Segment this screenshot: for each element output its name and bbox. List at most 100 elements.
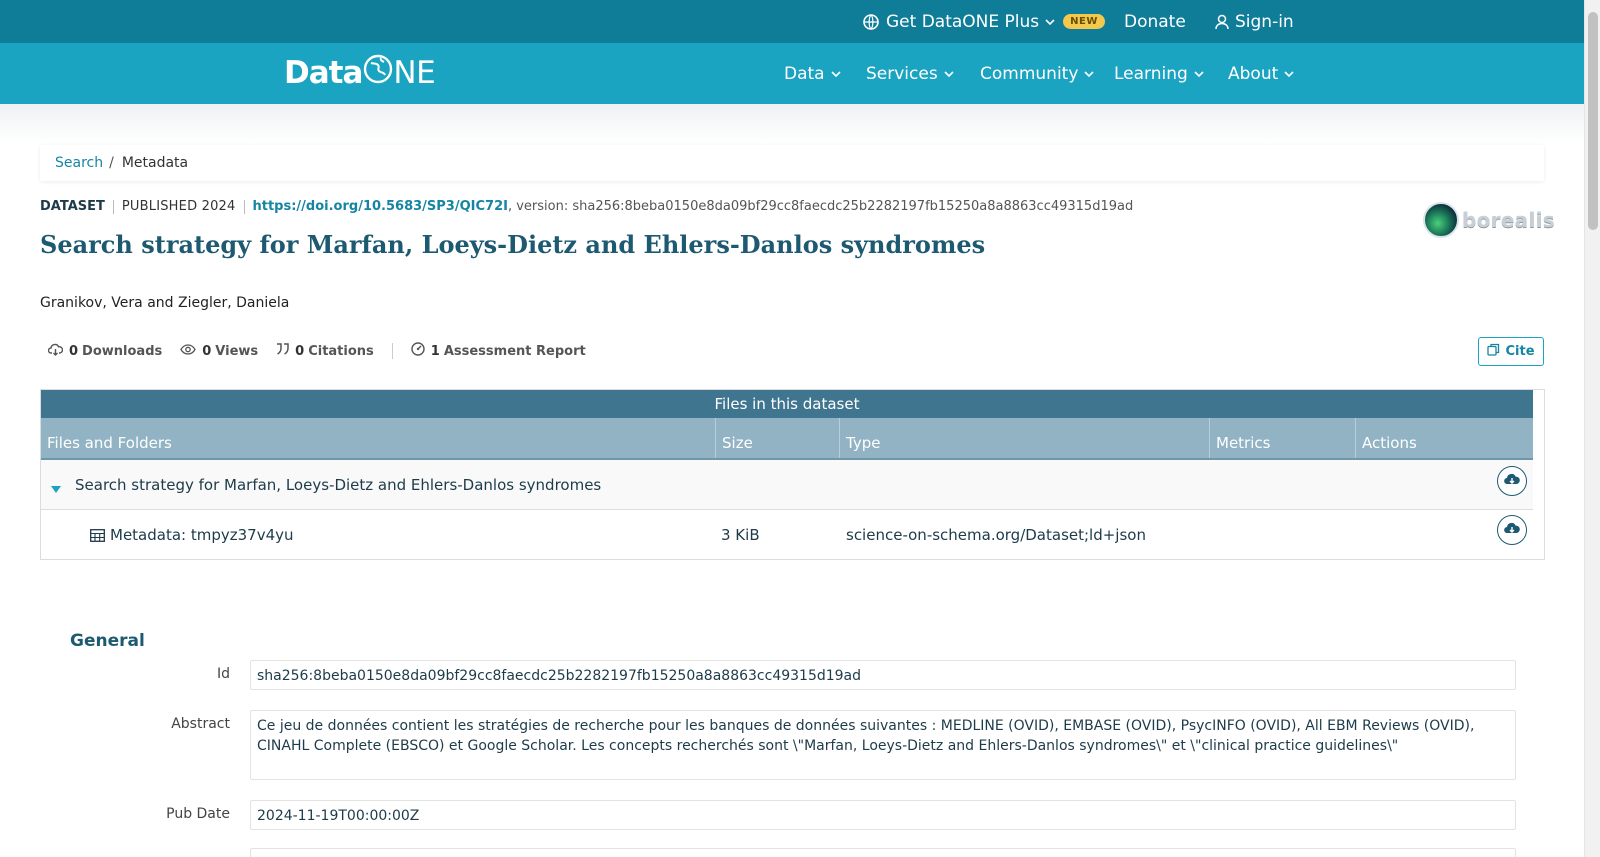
pub-date-label: Pub Date [166,806,230,822]
repository-logo[interactable]: borealis [1423,202,1555,238]
assessment-report-metric[interactable]: 1 Assessment Report [411,342,586,360]
doi-link[interactable]: https://doi.org/10.5683/SP3/QIC72I [253,199,508,214]
dataset-type-label: DATASET [40,199,105,214]
donate-link[interactable]: Donate [1124,0,1186,43]
file-size: 3 KiB [721,526,760,544]
eye-icon [180,343,202,359]
folder-name[interactable]: Search strategy for Marfan, Loeys-Dietz … [75,476,601,494]
citations-label: Citations [308,343,374,359]
id-value: sha256:8beba0150e8da09bf29cc8faecdc25b22… [250,660,1516,690]
caret-down-icon[interactable] [51,480,61,498]
id-label: Id [216,666,230,682]
nav-data-label: Data [784,63,825,84]
chevron-down-icon [1045,17,1055,27]
sign-in-label: Sign-in [1235,11,1294,32]
cite-label: Cite [1505,344,1535,359]
repository-name: borealis [1462,208,1555,232]
chevron-down-icon [944,64,954,84]
column-header-type[interactable]: Type [840,418,1210,458]
next-field-box [250,848,1516,857]
cite-button[interactable]: Cite [1478,337,1544,366]
folder-row[interactable]: Search strategy for Marfan, Loeys-Dietz … [41,460,1533,510]
page-scrollbar[interactable] [1584,0,1600,857]
get-dataone-plus-label: Get DataONE Plus [886,11,1040,32]
views-count: 0 [202,343,212,359]
column-header-metrics[interactable]: Metrics [1210,418,1356,458]
files-table-title-text: Files in this dataset [714,395,860,413]
header-shadow [0,104,1584,144]
cloud-download-icon [1504,472,1520,490]
chevron-down-icon [1084,64,1094,84]
breadcrumb: Search / Metadata [40,145,1544,181]
assessment-label: Assessment Report [443,343,586,359]
get-dataone-plus-menu[interactable]: Get DataONE Plus NEW [862,0,1105,43]
version-text: , version: sha256:8beba0150e8da09bf29cc8… [507,199,1134,214]
views-metric[interactable]: 0 Views [180,344,258,359]
cloud-download-icon [1504,521,1520,539]
files-table: Files in this dataset Files and Folders … [40,389,1545,560]
citations-metric[interactable]: 0 Citations [276,343,374,359]
divider [243,199,245,214]
breadcrumb-current: Metadata [121,155,189,171]
nav-community[interactable]: Community [980,43,1094,104]
chevron-down-icon [1284,64,1294,84]
dataone-logo[interactable]: Data NE [284,53,436,93]
nav-about[interactable]: About [1228,43,1294,104]
views-label: Views [215,343,259,359]
breadcrumb-search-link[interactable]: Search [55,155,103,171]
general-section-heading: General [70,631,145,651]
gauge-icon [411,342,431,360]
scrollbar-thumb[interactable] [1588,12,1598,230]
logo-text-ne: NE [393,55,436,91]
pub-date-value: 2024-11-19T00:00:00Z [250,800,1516,830]
chevron-down-icon [831,64,841,84]
file-type: science-on-schema.org/Dataset;ld+json [846,526,1146,544]
main-navbar: Data NE Data Services Community Learning… [0,43,1584,104]
nav-services-label: Services [866,63,938,84]
quote-icon [276,343,295,359]
nav-data[interactable]: Data [784,43,841,104]
abstract-value: Ce jeu de données contient les stratégie… [250,710,1516,780]
citations-count: 0 [295,343,305,359]
breadcrumb-separator: / [109,155,114,171]
published-label: PUBLISHED 2024 [121,199,236,214]
download-folder-button[interactable] [1497,466,1527,496]
nav-services[interactable]: Services [866,43,954,104]
table-icon [90,528,105,546]
globe-logo-icon [363,54,393,92]
column-header-files[interactable]: Files and Folders [41,418,716,458]
copy-icon [1487,343,1505,360]
nav-community-label: Community [980,63,1079,84]
user-icon [1215,14,1229,30]
chevron-down-icon [1194,64,1204,84]
divider [112,199,114,214]
assessment-count: 1 [430,343,440,359]
cloud-download-icon [47,343,69,360]
downloads-metric[interactable]: 0 Downloads [47,343,163,360]
dataset-metrics: 0 Downloads 0 Views 0 Citations 1 Assess… [47,342,604,360]
donate-label: Donate [1124,11,1186,32]
downloads-count: 0 [69,343,79,359]
download-file-button[interactable] [1497,515,1527,545]
dataset-authors: Granikov, Vera and Ziegler, Daniela [40,295,290,311]
nav-learning[interactable]: Learning [1114,43,1204,104]
divider [391,343,393,359]
aurora-icon [1423,202,1459,238]
column-header-actions[interactable]: Actions [1356,418,1533,458]
file-row[interactable]: Metadata: tmpyz37v4yu 3 KiB science-on-s… [41,510,1533,560]
files-table-title: Files in this dataset [41,390,1533,418]
top-utility-bar: Get DataONE Plus NEW Donate Sign-in [0,0,1584,43]
nav-learning-label: Learning [1114,63,1188,84]
downloads-label: Downloads [82,343,163,359]
files-table-header-row: Files and Folders Size Type Metrics Acti… [41,418,1533,460]
logo-text-data: Data [284,55,363,91]
column-header-size[interactable]: Size [716,418,840,458]
globe-icon [862,13,880,31]
dataset-title: Search strategy for Marfan, Loeys-Dietz … [40,230,986,259]
abstract-label: Abstract [171,716,230,732]
dataset-meta-line: DATASET PUBLISHED 2024 https://doi.org/1… [40,199,1133,214]
sign-in-link[interactable]: Sign-in [1215,0,1294,43]
file-name[interactable]: Metadata: tmpyz37v4yu [110,526,294,544]
nav-about-label: About [1228,63,1279,84]
new-badge: NEW [1063,14,1105,29]
